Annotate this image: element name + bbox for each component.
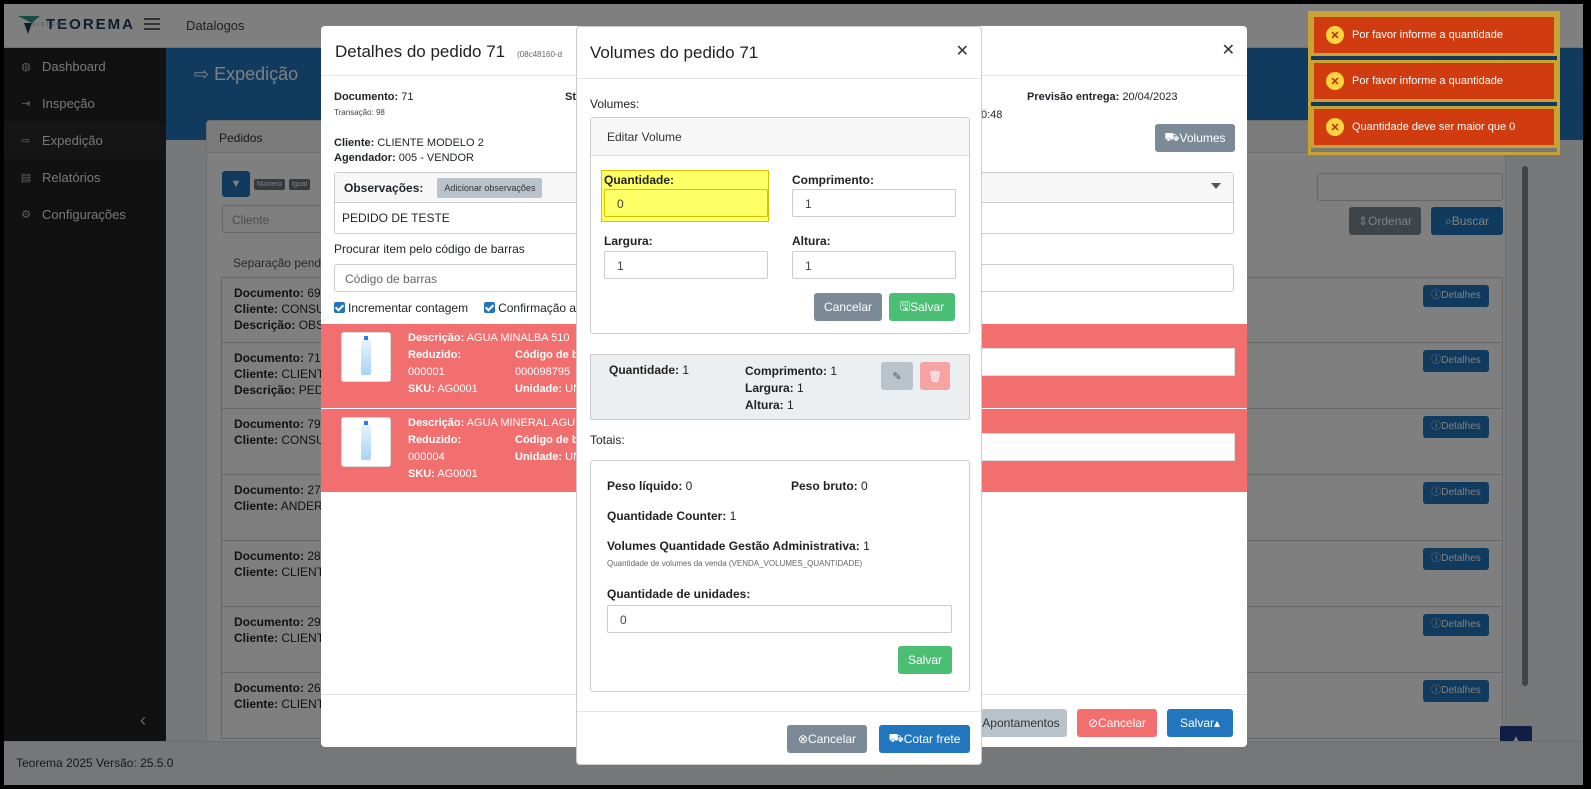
water-bottle-icon xyxy=(361,336,371,375)
time-fragment: 0:48 xyxy=(981,109,1003,121)
save-icon: 🖫 xyxy=(899,298,911,313)
quote-freight-button[interactable]: ⛟ Cotar frete xyxy=(879,725,970,753)
caret-up-icon: ▴ xyxy=(1213,716,1221,730)
cancel-button[interactable]: ⊗ Cancelar xyxy=(787,725,867,753)
transacao-text: Transação: 98 xyxy=(334,108,385,117)
item-codes: Código de b Unidade: UN xyxy=(515,434,582,463)
product-image xyxy=(341,332,391,382)
close-icon[interactable]: ✕ xyxy=(956,41,969,61)
totais-label: Totais: xyxy=(590,433,625,447)
times-circle-icon: ⊗ xyxy=(797,732,809,746)
qtd-unidades-input[interactable]: 0 xyxy=(607,605,952,633)
altura-input[interactable]: 1 xyxy=(792,251,956,279)
close-icon[interactable]: ✕ xyxy=(1222,40,1235,60)
delete-volume-button[interactable]: 🗑 xyxy=(920,362,950,390)
product-image xyxy=(341,417,391,467)
peso-bruto: Peso bruto: 0 xyxy=(791,479,868,493)
volume-item: Quantidade: 1 Comprimento: 1 Largura: 1 … xyxy=(590,354,970,420)
edit-volume-title: Editar Volume xyxy=(591,118,969,156)
cliente-field: Cliente: CLIENTE MODELO 2 Agendador: 005… xyxy=(334,137,484,164)
observations-label: Observações: xyxy=(344,180,424,195)
error-icon: ✕ xyxy=(1326,118,1344,136)
error-toast[interactable]: ✕ Quantidade deve ser maior que 0 xyxy=(1311,106,1557,148)
totais-panel: Peso líquido: 0 Peso bruto: 0 Quantidade… xyxy=(590,460,970,692)
quantidade-input[interactable]: 0 xyxy=(604,189,768,217)
comprimento-label: Comprimento: xyxy=(792,173,874,187)
truck-icon: ⛟ xyxy=(888,731,904,745)
previsao-field: Previsão entrega: 20/04/2023 xyxy=(1027,91,1178,103)
volumes-modal: Volumes do pedido 71 ✕ Volumes: Editar V… xyxy=(576,26,982,765)
largura-label: Largura: xyxy=(604,234,653,248)
edit-volume-button[interactable]: ✎ xyxy=(881,362,913,390)
item-codes: Código de b 000098795 Unidade: UN xyxy=(515,349,582,395)
checkbox-checked-icon xyxy=(334,302,345,313)
quantidade-label: Quantidade: xyxy=(604,173,675,187)
volumes-gestao-hint: Quantidade de volumes da venda (VENDA_VO… xyxy=(607,559,863,568)
volumes-label: Volumes: xyxy=(590,97,640,111)
error-icon: ✕ xyxy=(1326,72,1344,90)
largura-input[interactable]: 1 xyxy=(604,251,768,279)
save-totais-button[interactable]: Salvar xyxy=(898,646,952,674)
trash-icon: 🗑 xyxy=(928,370,942,383)
incrementar-checkbox[interactable]: Incrementar contagem xyxy=(334,301,468,315)
error-toast[interactable]: ✕ Por favor informe a quantidade xyxy=(1311,60,1557,102)
item-count-input[interactable] xyxy=(979,348,1235,376)
app-window: TEOREMA SISTEMAS Datalogos ◍ Dashboard ⇥… xyxy=(4,4,1583,785)
volume-quantidade: Quantidade: 1 xyxy=(609,363,690,377)
apontamentos-button[interactable]: Apontamentos xyxy=(975,709,1067,737)
water-bottle-icon xyxy=(361,421,371,460)
save-dropdown-button[interactable]: Salvar ▴ xyxy=(1167,709,1233,737)
item-count-input[interactable] xyxy=(979,433,1235,461)
volumes-gestao: Volumes Quantidade Gestão Administrativa… xyxy=(607,539,870,553)
cancel-volume-button[interactable]: Cancelar xyxy=(814,293,882,321)
cancel-order-button[interactable]: ⊘ Cancelar xyxy=(1077,709,1157,737)
modal-title: Volumes do pedido 71 xyxy=(577,27,981,79)
comprimento-input[interactable]: 1 xyxy=(792,189,956,217)
edit-volume-panel: Editar Volume Quantidade: 0 Comprimento:… xyxy=(590,117,970,334)
truck-icon: ⛟ xyxy=(1164,130,1180,144)
barcode-label: Procurar item pelo código de barras xyxy=(334,242,525,256)
qtd-unidades-label: Quantidade de unidades: xyxy=(607,587,751,601)
options-row: Incrementar contagem Confirmação auto xyxy=(334,301,593,315)
documento-field: Documento: 71 Transação: 98 xyxy=(334,90,413,120)
peso-liquido: Peso líquido: 0 xyxy=(607,479,693,493)
order-id: (08c48160-d xyxy=(517,50,563,59)
edit-icon: ✎ xyxy=(892,370,902,383)
modal-footer: ⊗ Cancelar ⛟ Cotar frete xyxy=(577,711,981,764)
save-volume-button[interactable]: 🖫 Salvar xyxy=(889,293,955,321)
volume-dimensions: Comprimento: 1 Largura: 1 Altura: 1 xyxy=(745,364,838,412)
ban-icon: ⊘ xyxy=(1087,716,1099,730)
altura-label: Altura: xyxy=(792,234,831,248)
add-observation-button[interactable]: Adicionar observações xyxy=(437,177,543,198)
caret-down-icon[interactable] xyxy=(1211,183,1221,189)
checkbox-checked-icon xyxy=(484,302,496,313)
status-field: St xyxy=(565,91,576,103)
error-icon: ✕ xyxy=(1326,26,1344,44)
quantidade-counter: Quantidade Counter: 1 xyxy=(607,509,737,523)
volumes-button[interactable]: ⛟ Volumes xyxy=(1155,124,1235,152)
error-toast[interactable]: ✕ Por favor informe a quantidade xyxy=(1311,14,1557,56)
modal-title: Detalhes do pedido 71 xyxy=(335,42,506,61)
